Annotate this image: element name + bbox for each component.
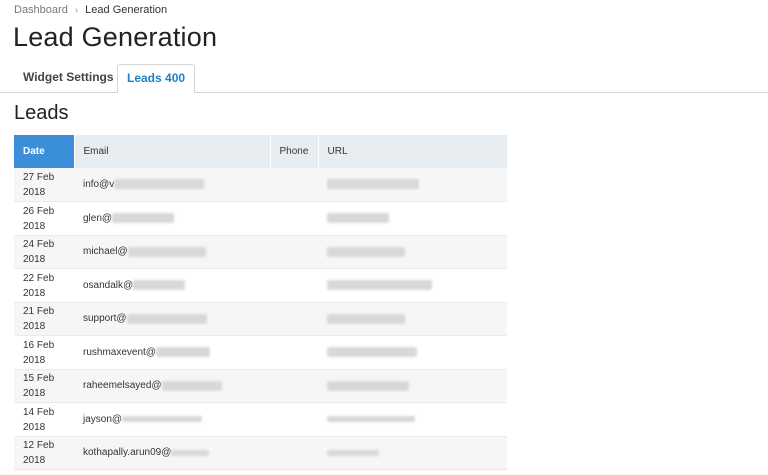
lead-date: 26 Feb 2018 [14, 201, 74, 236]
lead-phone [270, 335, 318, 370]
lead-phone [270, 268, 318, 303]
lead-url [318, 201, 507, 236]
column-header-phone[interactable]: Phone [270, 135, 319, 168]
table-header-row: Date Email Phone URL [14, 135, 508, 168]
lead-url [318, 235, 507, 269]
lead-url [318, 268, 507, 303]
lead-email: kothapally.arun09@ [74, 436, 270, 470]
lead-email: michael@ [74, 235, 270, 269]
lead-email: raheemelsayed@ [74, 369, 270, 403]
column-header-email[interactable]: Email [74, 135, 271, 168]
lead-email: info@v [74, 168, 270, 202]
tab-widget-settings[interactable]: Widget Settings [14, 64, 123, 91]
lead-date: 24 Feb 2018 [14, 235, 74, 269]
table-row: 24 Feb 2018 michael@ [14, 235, 507, 269]
table-row: 12 Feb 2018 kothapally.arun09@ [14, 436, 507, 470]
lead-url [318, 436, 507, 470]
lead-phone [270, 201, 318, 236]
table-row: 27 Feb 2018 info@v [14, 168, 507, 202]
table-row: 21 Feb 2018 support@ [14, 302, 507, 336]
lead-email: osandalk@ [74, 268, 270, 303]
table-row: 26 Feb 2018 glen@ [14, 201, 507, 236]
tab-bar: Widget Settings Leads 400 [0, 64, 768, 93]
lead-phone [270, 168, 318, 202]
lead-date: 27 Feb 2018 [14, 168, 74, 202]
lead-date: 12 Feb 2018 [14, 436, 74, 470]
column-header-url[interactable]: URL [318, 135, 508, 168]
lead-email: support@ [74, 302, 270, 336]
lead-email: glen@ [74, 201, 270, 236]
lead-url [318, 168, 507, 202]
lead-phone [270, 369, 318, 403]
lead-url [318, 402, 507, 437]
lead-date: 15 Feb 2018 [14, 369, 74, 403]
lead-phone [270, 402, 318, 437]
section-title: Leads [14, 102, 69, 124]
column-header-date[interactable]: Date [14, 135, 75, 168]
leads-table: Date Email Phone URL 27 Feb 2018 info@v 2… [14, 135, 508, 470]
lead-phone [270, 302, 318, 336]
lead-date: 16 Feb 2018 [14, 335, 74, 370]
lead-url [318, 302, 507, 336]
lead-email: rushmaxevent@ [74, 335, 270, 370]
lead-url [318, 335, 507, 370]
lead-date: 21 Feb 2018 [14, 302, 74, 336]
chevron-right-icon: › [74, 5, 79, 16]
table-row: 16 Feb 2018 rushmaxevent@ [14, 335, 507, 370]
lead-phone [270, 235, 318, 269]
breadcrumb: Dashboard › Lead Generation [14, 4, 167, 16]
table-row: 15 Feb 2018 raheemelsayed@ [14, 369, 507, 403]
page-title: Lead Generation [13, 22, 218, 52]
lead-phone [270, 436, 318, 470]
breadcrumb-dashboard-link[interactable]: Dashboard [14, 4, 68, 16]
lead-date: 14 Feb 2018 [14, 402, 74, 437]
tab-leads[interactable]: Leads 400 [117, 64, 196, 93]
lead-email: jayson@ [74, 402, 270, 437]
breadcrumb-current: Lead Generation [85, 4, 168, 16]
lead-date: 22 Feb 2018 [14, 268, 74, 303]
lead-url [318, 369, 507, 403]
table-row: 14 Feb 2018 jayson@ [14, 402, 507, 437]
table-row: 22 Feb 2018 osandalk@ [14, 268, 507, 303]
